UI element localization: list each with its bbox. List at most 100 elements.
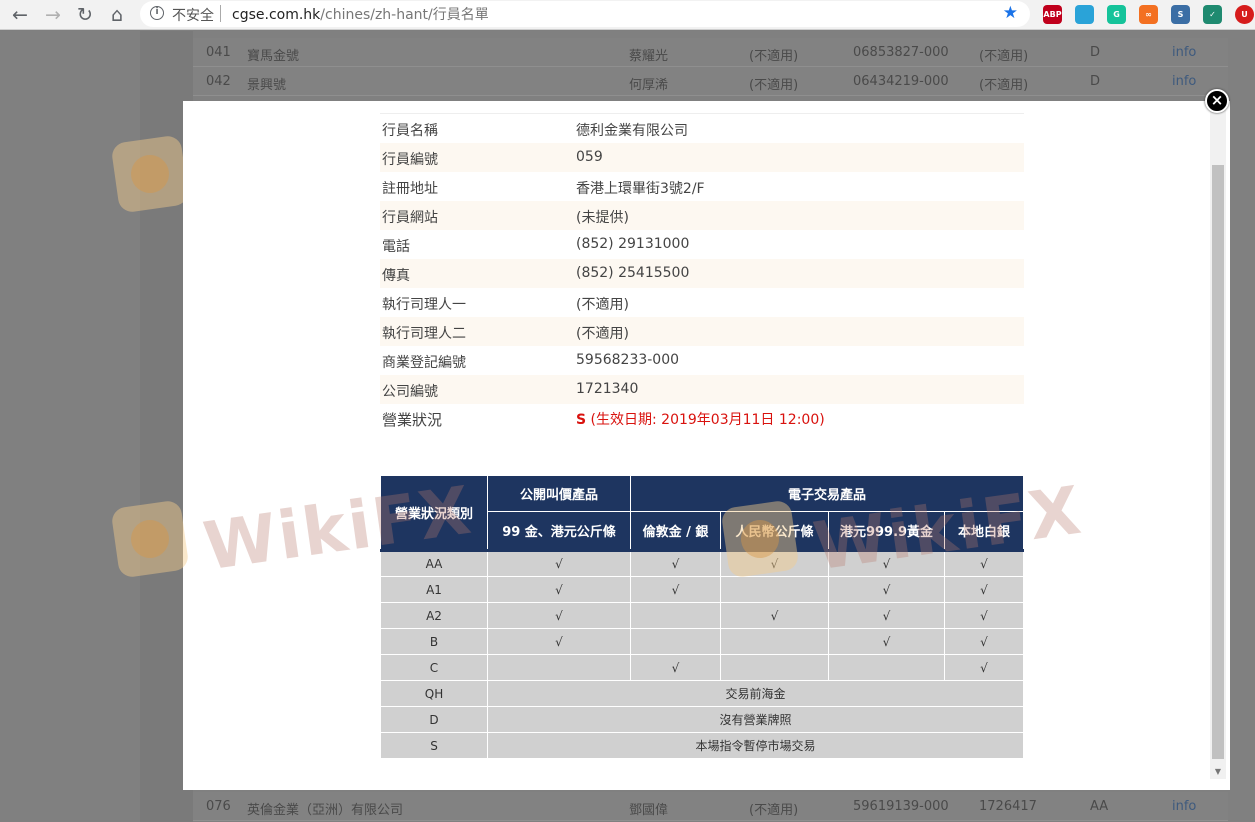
matrix-cell (828, 654, 945, 681)
matrix-row-code: D (380, 706, 488, 733)
matrix-row: B √ √ √ (380, 628, 1024, 655)
site-info-icon[interactable]: i (150, 6, 164, 20)
background-cell-c2: (不適用) (979, 78, 1029, 93)
member-info-row: 電話 (852) 29131000 (380, 230, 1024, 259)
background-cell-status: AA (1090, 799, 1109, 814)
matrix-header-open-outcry: 公開叫價產品 (487, 475, 631, 512)
member-info-label: 公司編號 (382, 384, 438, 400)
forward-arrow-icon[interactable]: → (41, 3, 65, 27)
business-status-row: 營業狀況 S (生效日期: 2019年03月11日 12:00) (380, 404, 1024, 433)
url-host: cgse.com.hk (232, 7, 321, 23)
matrix-cell (487, 654, 631, 681)
close-modal-icon[interactable]: × (1205, 89, 1229, 113)
member-info-row: 商業登記編號 59568233-000 (380, 346, 1024, 375)
matrix-span-row: S 本場指令暫停市場交易 (380, 732, 1024, 759)
background-cell-br: 59619139-000 (853, 799, 949, 814)
matrix-cell: √ (944, 654, 1024, 681)
status-category-matrix: 營業狀況類別 公開叫價產品 電子交易產品 99 金、港元公斤條 倫敦金 / 銀人民… (380, 475, 1024, 759)
member-info-row: 行員編號 059 (380, 143, 1024, 172)
background-cell-c1: (不適用) (749, 49, 799, 64)
matrix-cell: √ (944, 628, 1024, 655)
address-bar[interactable]: i 不安全 cgse.com.hk/chines/zh-hant/行員名單 ★ (140, 1, 1030, 27)
matrix-column-header: 港元999.9黃金 (828, 511, 945, 552)
back-arrow-icon[interactable]: ← (8, 3, 32, 27)
matrix-cell: √ (720, 602, 829, 629)
background-cell-name: 景興號 (247, 78, 287, 93)
matrix-cell: √ (630, 654, 721, 681)
background-cell-status: D (1090, 74, 1101, 89)
translate-extension-icon[interactable] (1075, 5, 1094, 24)
member-info-row: 公司編號 1721340 (380, 375, 1024, 404)
matrix-cell: √ (944, 602, 1024, 629)
infinity-extension-icon[interactable]: ∞ (1139, 5, 1158, 24)
bookmark-star-icon[interactable]: ★ (1003, 3, 1018, 23)
grammarly-extension-icon[interactable]: G (1107, 5, 1126, 24)
background-cell-rep: 蔡耀光 (629, 49, 669, 64)
matrix-cell: √ (828, 628, 945, 655)
omnibox-separator (220, 5, 221, 22)
member-info-row: 行員網站 (未提供) (380, 201, 1024, 230)
matrix-row-code: C (380, 654, 488, 681)
matrix-cell: √ (944, 576, 1024, 603)
matrix-cell: √ (487, 628, 631, 655)
background-info-link[interactable]: info (1172, 799, 1196, 814)
member-info-value: (852) 29131000 (576, 236, 690, 252)
matrix-row-code: A1 (380, 576, 488, 603)
check-ext-extension-icon[interactable]: ✓ (1203, 5, 1222, 24)
member-info-value: (未提供) (576, 210, 629, 226)
background-table-row: 042 景興號 何厚浠 (不適用) 06434219-000 (不適用) Dinfo (193, 67, 1228, 96)
member-info-value: (不適用) (576, 297, 629, 313)
s-ext-extension-icon[interactable]: S (1171, 5, 1190, 24)
matrix-cell: √ (630, 576, 721, 603)
matrix-cell: √ (828, 576, 945, 603)
background-cell-name: 寶馬金號 (247, 49, 300, 64)
matrix-span-cell: 沒有營業牌照 (487, 706, 1024, 733)
matrix-column-header: 99 金、港元公斤條 (487, 511, 631, 552)
background-cell-rep: 何厚浠 (629, 78, 669, 93)
background-info-link[interactable]: info (1172, 74, 1196, 89)
scroll-down-arrow-icon[interactable]: ▼ (1210, 765, 1226, 779)
matrix-row-code: B (380, 628, 488, 655)
home-icon[interactable]: ⌂ (105, 3, 129, 27)
member-info-value: (852) 25415500 (576, 265, 690, 281)
reload-icon[interactable]: ↻ (73, 3, 97, 27)
background-cell-br: 06853827-000 (853, 45, 949, 60)
matrix-row-code: QH (380, 680, 488, 707)
background-cell-no: 076 (206, 799, 231, 814)
matrix-header-electronic: 電子交易產品 (630, 475, 1024, 512)
matrix-row-code: AA (380, 550, 488, 577)
matrix-row: A2 √ √ √ √ (380, 602, 1024, 629)
background-cell-status: D (1090, 45, 1101, 60)
member-info-label: 行員名稱 (382, 123, 438, 139)
matrix-cell (720, 654, 829, 681)
business-status-label: 營業狀況 (382, 411, 443, 429)
abp-extension-icon[interactable]: ABP (1043, 5, 1062, 24)
url-path: /chines/zh-hant/行員名單 (320, 7, 489, 23)
scrollbar-thumb[interactable] (1212, 165, 1224, 759)
member-info-label: 商業登記編號 (382, 355, 466, 371)
matrix-column-header: 倫敦金 / 銀 (630, 511, 721, 552)
member-info-row: 執行司理人二 (不適用) (380, 317, 1024, 346)
member-info-label: 行員網站 (382, 210, 438, 226)
ublock-extension-icon[interactable]: U (1235, 5, 1254, 24)
background-cell-c2: (不適用) (979, 49, 1029, 64)
matrix-cell: √ (630, 550, 721, 577)
matrix-cell: √ (828, 550, 945, 577)
background-cell-c2: 1726417 (979, 799, 1037, 814)
member-info-row: 傳真 (852) 25415500 (380, 259, 1024, 288)
background-info-link[interactable]: info (1172, 45, 1196, 60)
matrix-cell: √ (487, 576, 631, 603)
matrix-cell: √ (720, 550, 829, 577)
background-table-row: 041 寶馬金號 蔡耀光 (不適用) 06853827-000 (不適用) Dinfo (193, 38, 1228, 67)
matrix-row: AA √ √ √ √ √ (380, 550, 1024, 577)
matrix-row-code: S (380, 732, 488, 759)
background-cell-name: 英倫金業（亞洲）有限公司 (247, 803, 404, 818)
member-info-value: 059 (576, 149, 603, 165)
matrix-row: A1 √ √ √ √ (380, 576, 1024, 603)
matrix-cell (630, 602, 721, 629)
matrix-span-cell: 本場指令暫停市場交易 (487, 732, 1024, 759)
matrix-cell (720, 628, 829, 655)
modal-scrollbar[interactable]: ▲ ▼ (1210, 101, 1226, 779)
url-text[interactable]: cgse.com.hk/chines/zh-hant/行員名單 (232, 4, 489, 24)
member-info-label: 行員編號 (382, 152, 438, 168)
